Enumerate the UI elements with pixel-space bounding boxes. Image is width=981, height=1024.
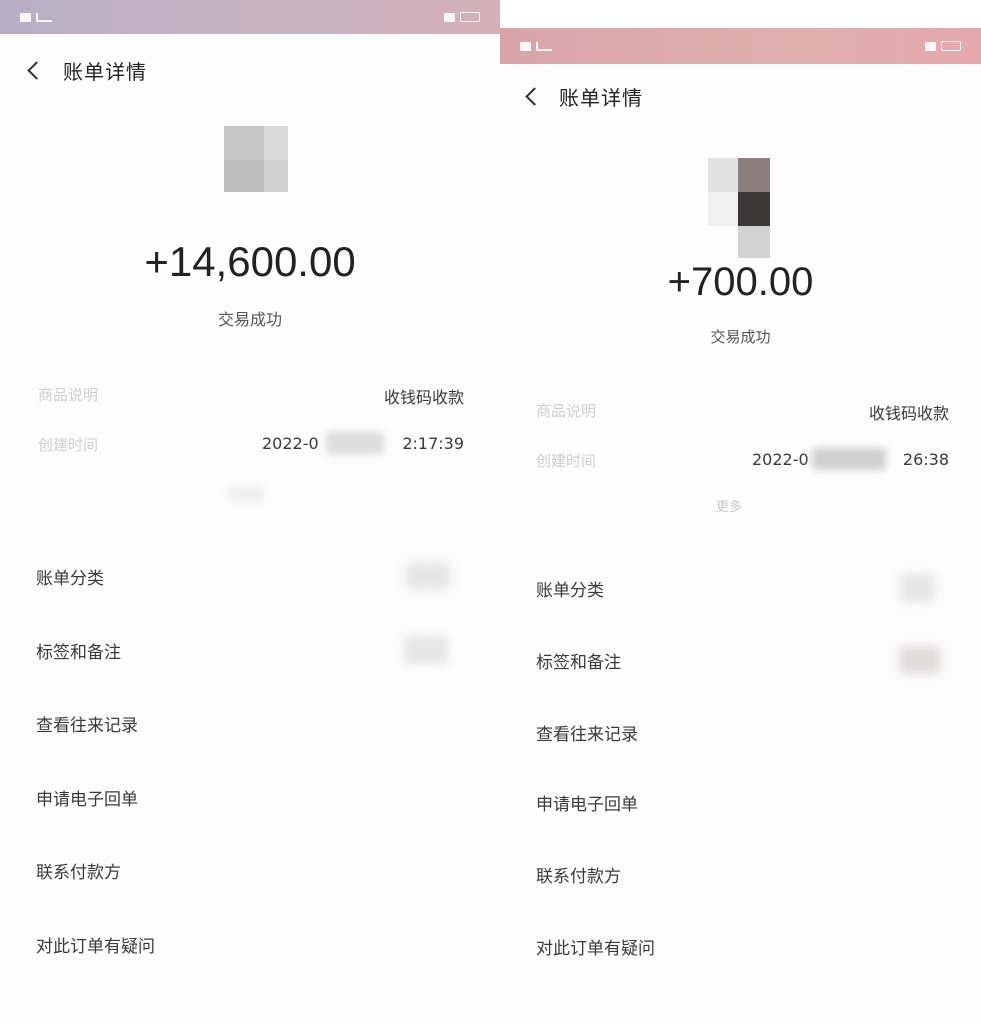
menu-item-tags-notes[interactable]: 标签和备注: [500, 640, 981, 680]
redacted-category: [899, 574, 935, 602]
menu-label: 申请电子回单: [36, 790, 138, 810]
redacted-more: [228, 486, 264, 502]
redacted-time: [812, 448, 886, 470]
menu-label: 账单分类: [536, 581, 604, 601]
left-bill-detail-screen: 账单详情 +14,600.00 交易成功 商品说明 收钱码收款 创建时间 202…: [0, 0, 500, 1024]
status-right: [925, 41, 961, 51]
info-label-created-time: 创建时间: [38, 436, 99, 454]
redacted-time: [326, 432, 384, 454]
right-bill-detail-screen: 账单详情 +700.00 交易成功 商品说明 收钱码收款 创建时间 2022-0…: [500, 28, 981, 1024]
info-label-description: 商品说明: [38, 386, 99, 404]
status-bar: [500, 28, 981, 64]
menu-item-bill-category[interactable]: 账单分类: [500, 568, 981, 608]
info-value-time-start: 2022-0: [262, 434, 319, 453]
menu-label: 查看往来记录: [536, 725, 638, 745]
status-bar: [0, 0, 500, 34]
menu-label: 标签和备注: [36, 643, 121, 663]
info-value-time-end: 26:38: [902, 450, 949, 469]
avatar: [708, 158, 770, 258]
menu-label: 对此订单有疑问: [36, 937, 155, 957]
redacted-category: [406, 562, 450, 590]
page-title: 账单详情: [63, 59, 147, 84]
info-value-time-start: 2022-0: [752, 450, 809, 469]
notification-icon: [925, 41, 936, 51]
more-link[interactable]: 更多: [716, 496, 742, 515]
battery-icon: [941, 41, 961, 51]
info-value-description: 收钱码收款: [868, 404, 949, 423]
signal-icon: [36, 12, 52, 22]
page-title: 账单详情: [559, 85, 643, 110]
nav-bar: 账单详情: [0, 52, 500, 88]
info-value-description: 收钱码收款: [383, 388, 464, 407]
info-label-description: 商品说明: [536, 402, 597, 420]
amount: +700.00: [667, 260, 814, 304]
menu-label: 对此订单有疑问: [536, 939, 655, 959]
menu-label: 查看往来记录: [36, 716, 138, 736]
battery-icon: [460, 12, 480, 22]
menu-item-tags-notes[interactable]: 标签和备注: [0, 630, 500, 670]
redacted-tag: [899, 646, 941, 674]
status-left: [520, 41, 552, 51]
info-label-created-time: 创建时间: [536, 452, 597, 470]
signal-icon: [536, 41, 552, 51]
transaction-status: 交易成功: [217, 310, 282, 329]
menu-item-bill-category[interactable]: 账单分类: [0, 556, 500, 596]
menu-item-contact-payer[interactable]: 联系付款方: [0, 850, 500, 890]
menu-item-e-receipt[interactable]: 申请电子回单: [500, 782, 981, 822]
info-value-time-end: 2:17:39: [402, 434, 464, 453]
transaction-status: 交易成功: [710, 328, 771, 346]
menu-item-order-question[interactable]: 对此订单有疑问: [500, 926, 981, 966]
menu-label: 联系付款方: [36, 863, 121, 883]
back-arrow-icon[interactable]: [27, 60, 46, 80]
menu-item-contact-payer[interactable]: 联系付款方: [500, 854, 981, 894]
menu-item-order-question[interactable]: 对此订单有疑问: [0, 924, 500, 964]
redacted-tag: [404, 636, 448, 664]
notification-icon: [444, 12, 455, 22]
menu-label: 标签和备注: [536, 653, 621, 673]
menu-label: 账单分类: [36, 569, 104, 589]
menu-item-e-receipt[interactable]: 申请电子回单: [0, 777, 500, 817]
status-right: [444, 12, 480, 22]
amount: +14,600.00: [144, 238, 356, 285]
menu-label: 申请电子回单: [536, 795, 638, 815]
sim-icon: [520, 41, 531, 51]
nav-bar: 账单详情: [500, 78, 981, 114]
menu-item-history[interactable]: 查看往来记录: [0, 703, 500, 743]
menu-item-history[interactable]: 查看往来记录: [500, 712, 981, 752]
menu-label: 联系付款方: [536, 867, 621, 887]
back-arrow-icon[interactable]: [525, 86, 544, 106]
sim-icon: [20, 12, 31, 22]
status-left: [20, 12, 52, 22]
avatar: [224, 126, 288, 192]
